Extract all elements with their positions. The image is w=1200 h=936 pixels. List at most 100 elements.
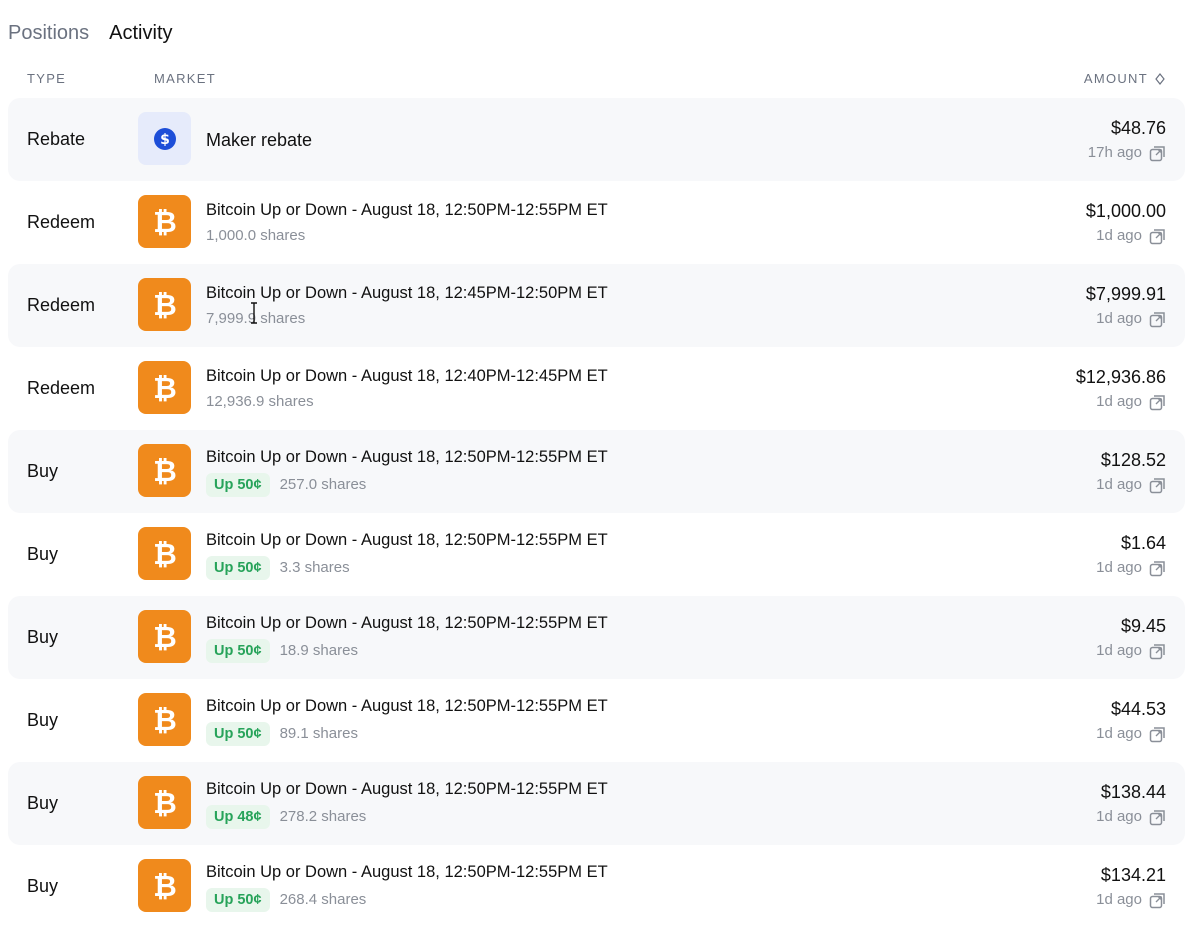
svg-text:₿: ₿ [153,620,177,654]
column-header-market: MARKET [154,71,216,86]
bitcoin-icon: ₿ [138,527,191,580]
amount-value: $9.45 [1120,616,1166,636]
open-external-icon[interactable] [1149,228,1166,245]
activity-row[interactable]: Buy ₿ Bitcoin Up or Down - August 18, 12:5… [8,596,1185,679]
amount-cell: $7,999.91 1d ago [1086,264,1166,347]
market-details: Up 50¢ 18.9 shares [206,639,608,663]
tab-activity[interactable]: Activity [109,20,172,46]
amount-cell: $1.64 1d ago [1096,513,1166,596]
time-ago: 17h ago [1087,144,1142,161]
activity-type: Redeem [27,378,96,398]
activity-row[interactable]: Buy ₿ Bitcoin Up or Down - August 18, 12:5… [8,762,1185,845]
market-title[interactable]: Bitcoin Up or Down - August 18, 12:50PM-… [206,529,608,551]
svg-text:₿: ₿ [153,869,177,903]
table-header: TYPE MARKET AMOUNT [0,68,1200,90]
bitcoin-icon: ₿ [138,859,191,912]
amount-value: $1.64 [1120,533,1166,553]
time-ago: 1d ago [1096,393,1142,410]
amount-cell: $128.52 1d ago [1096,430,1166,513]
activity-type: Redeem [27,212,96,232]
outcome-badge: Up 50¢ [206,473,270,497]
outcome-badge: Up 50¢ [206,556,270,580]
open-external-icon[interactable] [1149,560,1166,577]
shares-count: 278.2 shares [279,808,367,825]
timestamp: 1d ago [1096,641,1166,661]
market-cell: Bitcoin Up or Down - August 18, 12:50PM-… [206,430,608,513]
activity-row[interactable]: Buy ₿ Bitcoin Up or Down - August 18, 12:5… [8,513,1185,596]
open-external-icon[interactable] [1149,643,1166,660]
activity-type: Buy [27,710,59,730]
activity-row[interactable]: Buy ₿ Bitcoin Up or Down - August 18, 12:5… [8,430,1185,513]
activity-type: Buy [27,876,59,896]
bitcoin-icon: ₿ [138,610,191,663]
bitcoin-icon: ₿ [138,278,191,331]
amount-cell: $12,936.86 1d ago [1076,347,1166,430]
amount-value: $48.76 [1110,118,1166,138]
bitcoin-glyph: ₿ [153,869,177,903]
shares-count: 89.1 shares [279,725,358,742]
svg-text:₿: ₿ [153,786,177,820]
dollar-coin-icon: $ [138,112,191,165]
svg-text:$: $ [160,132,170,148]
activity-type: Rebate [27,129,86,149]
market-title[interactable]: Bitcoin Up or Down - August 18, 12:50PM-… [206,861,608,883]
svg-text:₿: ₿ [153,537,177,571]
column-header-amount[interactable]: AMOUNT [1084,68,1166,90]
market-title[interactable]: Bitcoin Up or Down - August 18, 12:40PM-… [206,365,608,387]
activity-row[interactable]: Buy ₿ Bitcoin Up or Down - August 18, 12:5… [8,845,1185,928]
time-ago: 1d ago [1096,227,1142,244]
time-ago: 1d ago [1096,642,1142,659]
open-external-icon[interactable] [1149,892,1166,909]
text-cursor-icon [251,302,257,324]
open-external-icon[interactable] [1149,726,1166,743]
tab-bar: Positions Activity [8,20,173,46]
sort-icon [1155,73,1165,85]
activity-row[interactable]: Redeem ₿ Bitcoin Up or Down - August 18, 1… [8,347,1185,430]
activity-row[interactable]: Rebate $ Maker rebate $48.76 17h ago [8,98,1185,181]
open-external-icon[interactable] [1149,311,1166,328]
activity-row[interactable]: Buy ₿ Bitcoin Up or Down - August 18, 12:5… [8,679,1185,762]
amount-value: $12,936.86 [1075,367,1166,387]
market-title[interactable]: Bitcoin Up or Down - August 18, 12:50PM-… [206,446,608,468]
market-title[interactable]: Bitcoin Up or Down - August 18, 12:50PM-… [206,199,608,221]
time-ago: 1d ago [1096,808,1142,825]
timestamp: 1d ago [1096,890,1166,910]
bitcoin-glyph: ₿ [153,537,177,571]
time-ago: 1d ago [1096,476,1142,493]
tab-positions[interactable]: Positions [8,20,89,46]
market-title[interactable]: Bitcoin Up or Down - August 18, 12:50PM-… [206,612,608,634]
market-cell: Bitcoin Up or Down - August 18, 12:50PM-… [206,513,608,596]
market-title[interactable]: Bitcoin Up or Down - August 18, 12:50PM-… [206,695,608,717]
amount-cell: $134.21 1d ago [1096,845,1166,928]
amount-value: $1,000.00 [1085,201,1166,221]
time-ago: 1d ago [1096,310,1142,327]
market-details: Up 50¢ 89.1 shares [206,722,608,746]
shares-count: 18.9 shares [279,642,358,659]
shares-count: 12,936.9 shares [206,393,314,410]
market-details: 12,936.9 shares [206,392,608,412]
timestamp: 1d ago [1096,309,1166,329]
market-title[interactable]: Bitcoin Up or Down - August 18, 12:45PM-… [206,282,608,304]
timestamp: 1d ago [1096,724,1166,744]
open-external-icon[interactable] [1149,394,1166,411]
activity-type: Redeem [27,295,96,315]
market-details: Up 50¢ 268.4 shares [206,888,608,912]
svg-text:₿: ₿ [153,205,177,239]
open-external-icon[interactable] [1149,477,1166,494]
amount-value: $44.53 [1110,699,1166,719]
svg-text:₿: ₿ [153,371,177,405]
open-external-icon[interactable] [1149,145,1166,162]
open-external-icon[interactable] [1149,809,1166,826]
activity-row[interactable]: Redeem ₿ Bitcoin Up or Down - August 18, 1… [8,264,1185,347]
bitcoin-icon: ₿ [138,444,191,497]
time-ago: 1d ago [1096,891,1142,908]
bitcoin-glyph: ₿ [153,371,177,405]
shares-count: 257.0 shares [279,476,367,493]
outcome-badge: Up 50¢ [206,888,270,912]
market-title[interactable]: Bitcoin Up or Down - August 18, 12:50PM-… [206,778,608,800]
amount-value: $128.52 [1100,450,1166,470]
activity-row[interactable]: Redeem ₿ Bitcoin Up or Down - August 18, 1… [8,181,1185,264]
shares-count: 1,000.0 shares [206,227,306,244]
timestamp: 1d ago [1096,807,1166,827]
market-title[interactable]: Maker rebate [206,129,312,151]
